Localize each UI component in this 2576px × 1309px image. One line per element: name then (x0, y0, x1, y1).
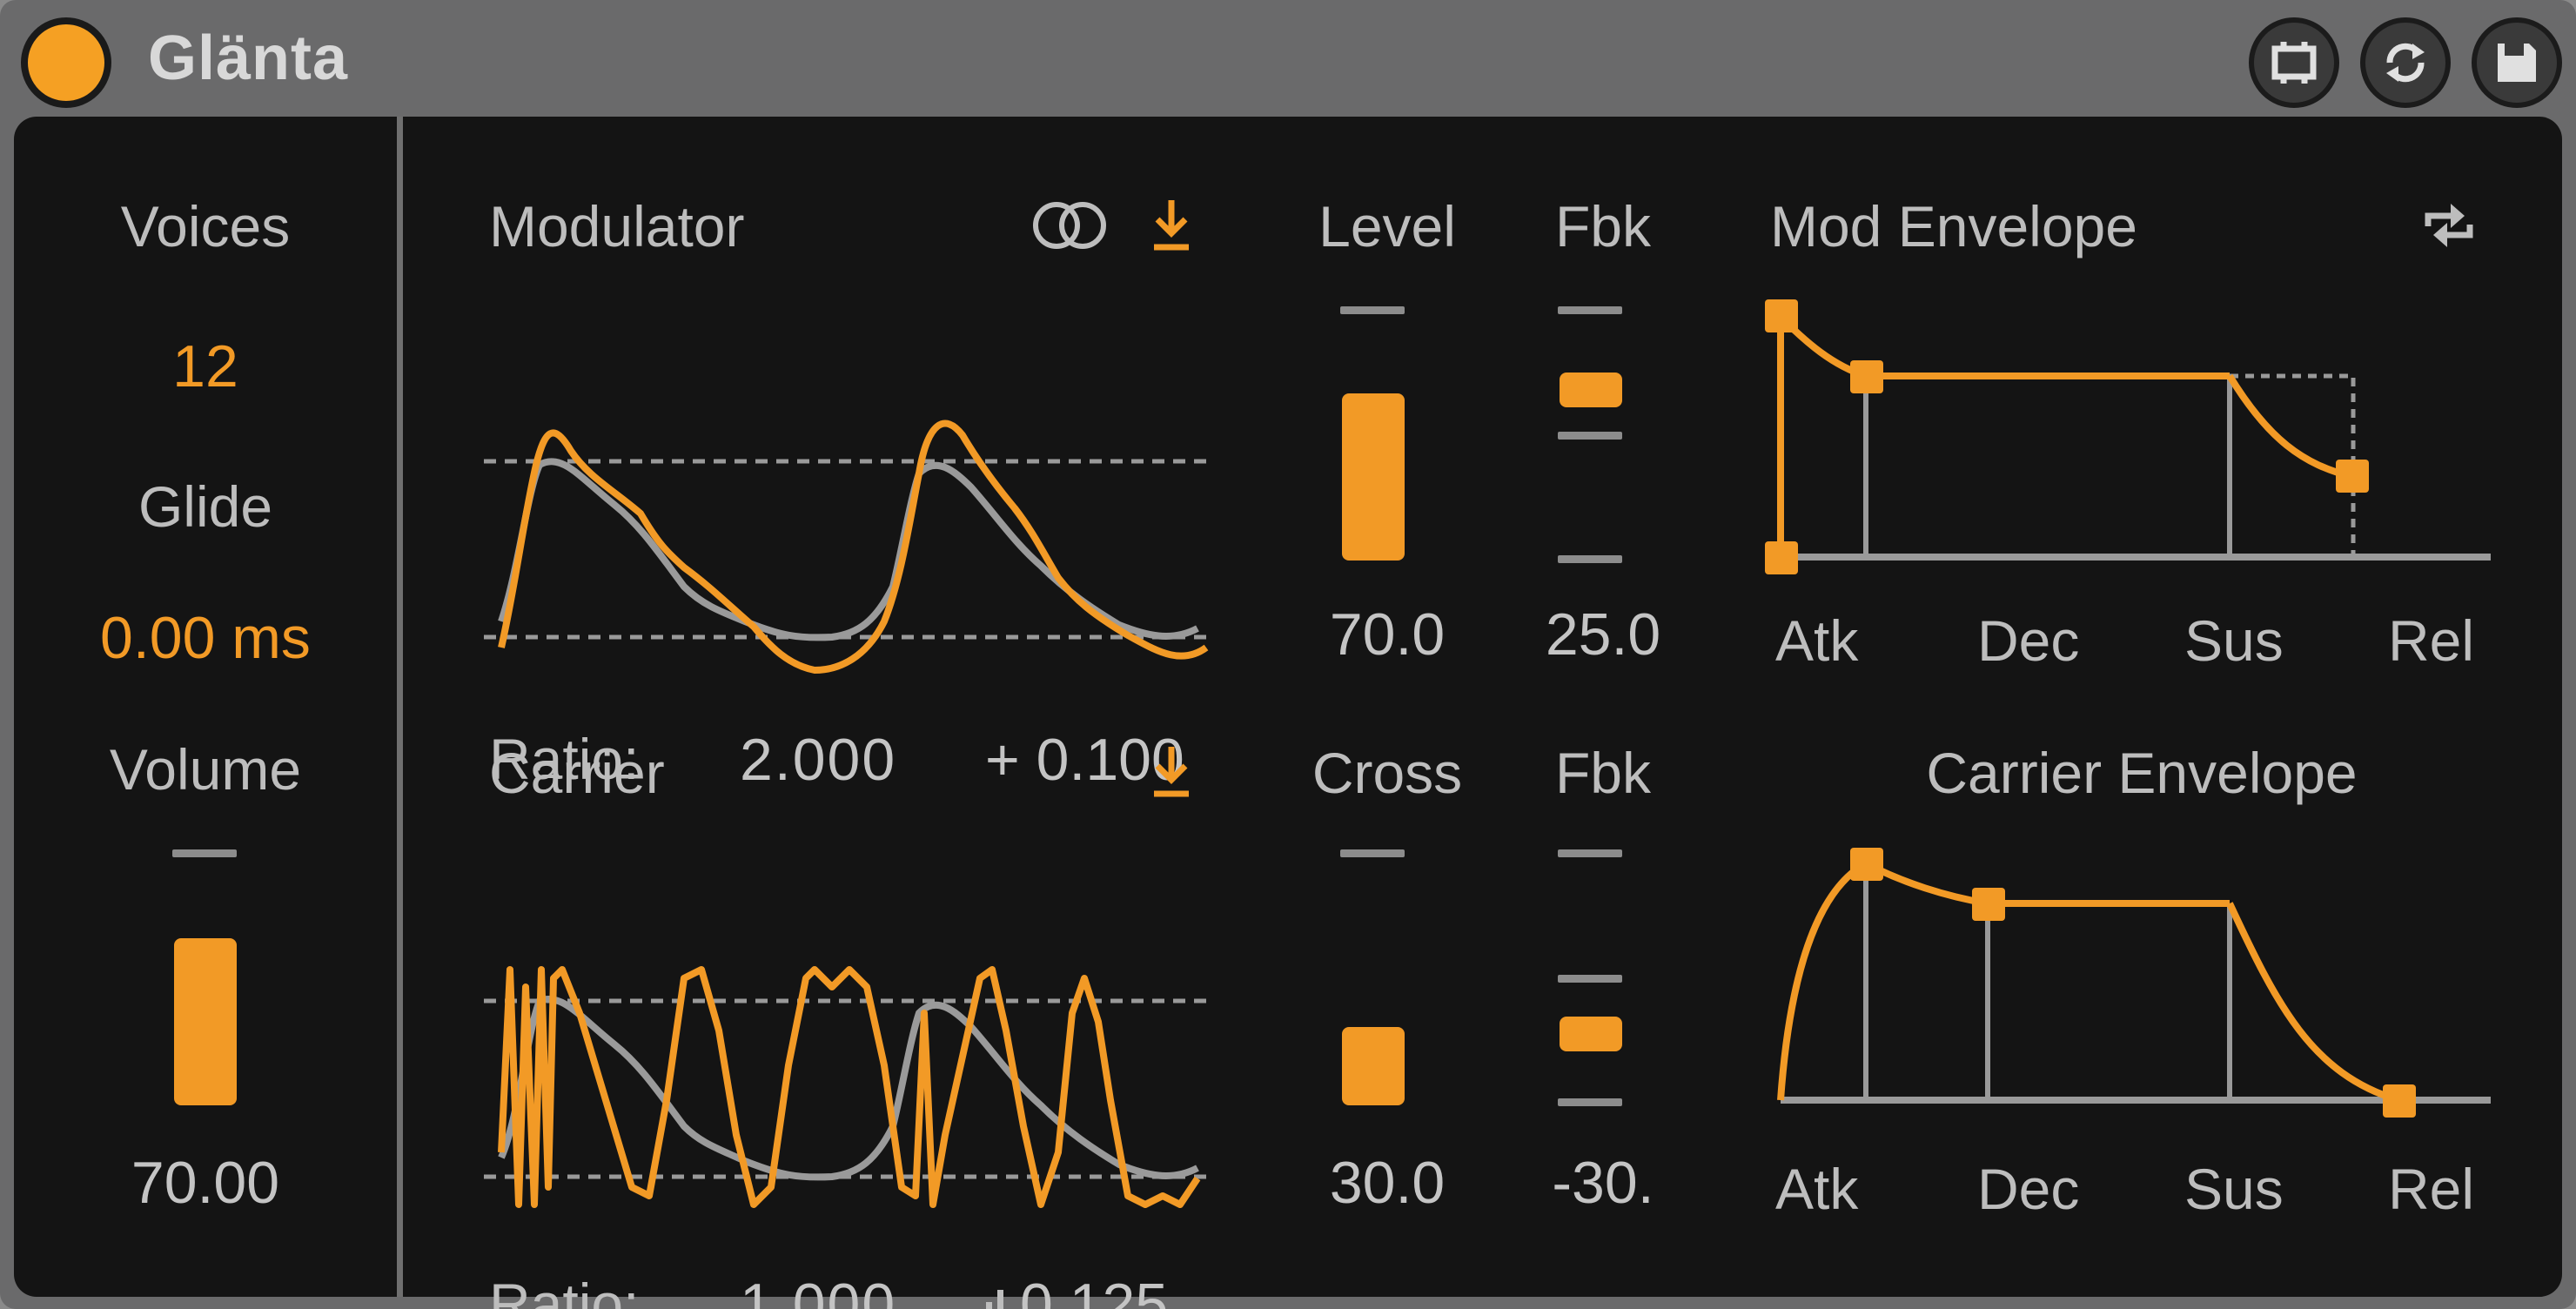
carrier-feedback-label: Fbk (1554, 741, 1652, 805)
carrier-download-arrow-icon[interactable] (1150, 743, 1192, 801)
bars-icon (986, 1290, 1003, 1309)
carrier-feedback-value: -30. (1552, 1150, 1654, 1216)
loop-icon[interactable] (2416, 197, 2482, 254)
carrier-envelope-display[interactable] (1754, 839, 2503, 1135)
refresh-icon (2386, 43, 2425, 83)
level-slider-max-mark (1340, 306, 1405, 314)
hot-swap-button[interactable] (2249, 17, 2339, 108)
cross-value: 30.0 (1329, 1150, 1446, 1216)
device-power-button[interactable] (21, 17, 111, 108)
glide-label: Glide (138, 474, 273, 539)
cross-slider-max-mark (1340, 849, 1405, 857)
voices-label: Voices (120, 194, 291, 258)
cross-label: Cross (1311, 741, 1463, 805)
volume-label: Volume (109, 737, 302, 802)
car-env-attack-handle[interactable] (1850, 848, 1883, 881)
mod-feedback-max-mark (1558, 306, 1622, 314)
carrier-feedback-thumb (1560, 1017, 1622, 1051)
modulator-waveform-display (484, 420, 1209, 675)
carrier-envelope-title: Carrier Envelope (1926, 741, 2358, 805)
mod-env-start-handle[interactable] (1765, 541, 1798, 574)
section-divider (397, 117, 403, 1297)
carrier-ratio-value[interactable]: 1.000 (740, 1271, 896, 1309)
mod-envelope-title: Mod Envelope (1770, 194, 2137, 258)
volume-slider-max-mark (172, 849, 237, 857)
mod-env-stage-atk: Atk (1775, 608, 1859, 673)
level-value: 70.0 (1329, 601, 1446, 668)
hot-swap-icon (2271, 42, 2317, 84)
modulator-download-arrow-icon[interactable] (1150, 197, 1192, 254)
mod-envelope-display[interactable] (1754, 291, 2503, 587)
volume-slider-fill (174, 938, 237, 1105)
modulator-ratio-value[interactable]: 2.000 (740, 726, 896, 794)
mod-env-stage-rel: Rel (2388, 608, 2475, 673)
mod-env-stage-sus: Sus (2184, 608, 2284, 673)
carrier-feedback-min-mark (1558, 1098, 1622, 1106)
title-bar: Glänta (0, 0, 2576, 117)
device-panel: Voices 12 Glide 0.00 ms Volume 70.00 Mod… (14, 117, 2562, 1309)
glide-value[interactable]: 0.00 ms (31, 604, 379, 672)
mod-feedback-thumb (1560, 373, 1622, 407)
carrier-title: Carrier (489, 741, 665, 805)
carrier-feedback-max-mark (1558, 849, 1622, 857)
mod-feedback-value: 25.0 (1545, 601, 1661, 668)
mod-env-release-handle[interactable] (2336, 460, 2369, 493)
mod-env-attack-handle[interactable] (1765, 299, 1798, 332)
mod-env-stage-dec: Dec (1977, 608, 2080, 673)
carrier-fine-value[interactable]: 0.125 (1020, 1271, 1168, 1309)
car-env-stage-sus: Sus (2184, 1157, 2284, 1221)
level-slider-fill (1342, 393, 1405, 561)
volume-value: 70.00 (131, 1150, 280, 1216)
carrier-feedback-center-mark (1558, 975, 1622, 983)
save-button[interactable] (2472, 17, 2562, 108)
car-env-stage-dec: Dec (1977, 1157, 2080, 1221)
car-env-stage-atk: Atk (1775, 1157, 1859, 1221)
refresh-button[interactable] (2360, 17, 2451, 108)
mod-env-decay-handle[interactable] (1850, 360, 1883, 393)
device-title: Glänta (148, 23, 349, 93)
mod-feedback-label: Fbk (1554, 194, 1652, 258)
carrier-ratio-label: Ratio: (489, 1272, 640, 1309)
save-icon (2498, 44, 2536, 82)
cross-slider-fill (1342, 1027, 1405, 1105)
modulator-title: Modulator (489, 194, 745, 258)
carrier-waveform-display (484, 966, 1206, 1208)
device-window: Glänta Voices 12 Glide 0.00 ms Volume 70… (0, 0, 2576, 1309)
car-env-decay-handle[interactable] (1972, 888, 2005, 921)
level-label: Level (1318, 194, 1456, 258)
mod-feedback-center-mark (1558, 432, 1622, 440)
car-env-stage-rel: Rel (2388, 1157, 2475, 1221)
link-circles-icon[interactable] (1030, 197, 1110, 254)
car-env-release-handle[interactable] (2383, 1084, 2416, 1118)
mod-feedback-min-mark (1558, 555, 1622, 563)
voices-value[interactable]: 12 (31, 332, 379, 400)
